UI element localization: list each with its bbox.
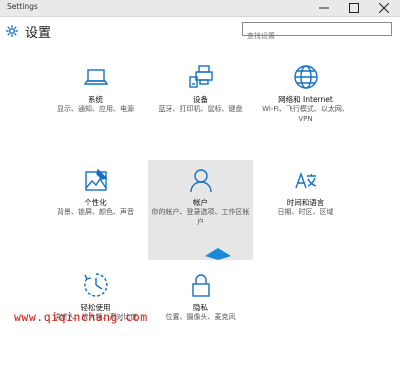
tile-system[interactable]: 系统 显示、通知、应用、电源 xyxy=(43,57,148,157)
tile-network-desc: Wi-Fi、飞行模式、以太网、VPN xyxy=(262,105,349,123)
laptop-icon xyxy=(83,69,108,85)
globe-icon xyxy=(293,65,318,89)
close-button[interactable] xyxy=(370,0,398,16)
search-box[interactable] xyxy=(242,22,392,42)
ease-of-access-icon xyxy=(83,273,108,297)
devices-icon xyxy=(188,65,213,88)
personalization-icon xyxy=(84,168,107,191)
tile-personalization[interactable]: 个性化 背景、锁屏、颜色、声音 xyxy=(43,160,148,260)
minimize-icon xyxy=(319,7,329,9)
tile-privacy-desc: 位置、摄像头、麦克风 xyxy=(165,313,236,321)
minimize-button[interactable] xyxy=(310,0,338,16)
tile-accounts-desc: 你的帐户、登录选项、工作区帐户 xyxy=(151,208,250,226)
time-language-icon xyxy=(294,171,316,189)
tile-time-language-desc: 日期、时区、区域 xyxy=(277,208,334,216)
tile-privacy[interactable]: 隐私 位置、摄像头、麦克风 xyxy=(148,265,253,365)
title-bar: Settings xyxy=(0,0,400,17)
tile-accounts[interactable]: 帐户 你的帐户、登录选项、工作区帐户 xyxy=(148,160,253,260)
gear-icon xyxy=(6,25,18,37)
tile-network[interactable]: 网络和 Internet Wi-Fi、飞行模式、以太网、VPN xyxy=(253,57,358,157)
window-title: Settings xyxy=(7,2,38,11)
tile-devices-desc: 蓝牙、打印机、鼠标、键盘 xyxy=(158,105,243,113)
search-input[interactable] xyxy=(243,30,391,42)
tile-time-language[interactable]: 时间和语言 日期、时区、区域 xyxy=(253,160,358,260)
lock-icon xyxy=(191,274,210,297)
maximize-button[interactable] xyxy=(340,0,368,16)
person-icon xyxy=(189,169,212,193)
close-icon xyxy=(379,3,389,13)
tile-devices[interactable]: 设备 蓝牙、打印机、鼠标、键盘 xyxy=(148,57,253,157)
tile-personalization-desc: 背景、锁屏、颜色、声音 xyxy=(57,208,134,216)
tile-system-desc: 显示、通知、应用、电源 xyxy=(57,105,134,113)
page-title: 设置 xyxy=(25,26,52,41)
selection-marker-icon xyxy=(205,248,231,260)
watermark: www.qiqinchang.com xyxy=(14,310,148,324)
maximize-icon xyxy=(349,3,359,13)
